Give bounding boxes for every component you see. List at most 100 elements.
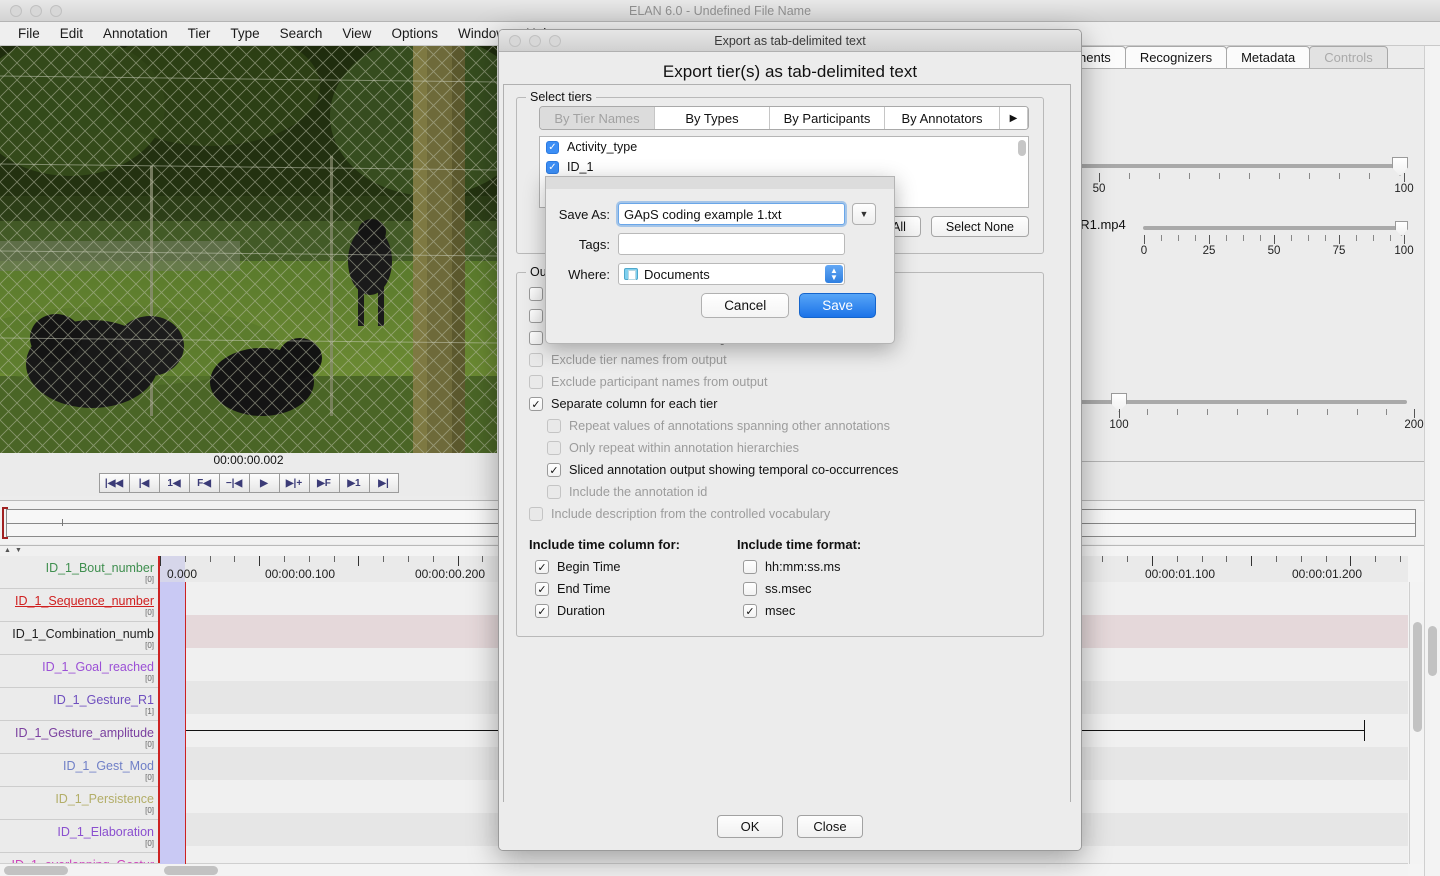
tab-overflow-arrow-icon[interactable]: ▶	[1000, 107, 1028, 129]
tab-by-participants[interactable]: By Participants	[770, 107, 885, 129]
save-button[interactable]: Save	[799, 293, 876, 318]
checkbox-add-media-offset[interactable]	[529, 309, 543, 323]
tab-controls[interactable]: Controls	[1309, 46, 1387, 68]
checkbox-duration[interactable]: ✓	[535, 604, 549, 618]
previous-annotation-button[interactable]: −|◀	[219, 473, 249, 493]
previous-scroll-view-button[interactable]: |◀	[129, 473, 159, 493]
tier-name-column[interactable]: ID_1_Bout_number[0]ID_1_Sequence_number[…	[0, 556, 160, 864]
stepper-icon[interactable]: ▲▼	[825, 265, 843, 283]
volume-slider-track[interactable]	[1143, 226, 1407, 230]
tier-sort-controls[interactable]: ▲ ▼	[0, 546, 160, 556]
checkbox-include-header-lines[interactable]	[529, 331, 543, 345]
list-item[interactable]: ✓ ID_1	[540, 157, 1028, 177]
tags-label: Tags:	[546, 237, 618, 252]
menu-edit[interactable]: Edit	[50, 24, 93, 43]
option-duration[interactable]: ✓ Duration	[523, 600, 731, 622]
checkbox-separate-column-each-tier[interactable]: ✓	[529, 397, 543, 411]
rate-slider-track[interactable]	[1073, 164, 1407, 168]
ruler-tick	[309, 556, 310, 562]
previous-second-button[interactable]: 1◀	[159, 473, 189, 493]
tab-metadata[interactable]: Metadata	[1226, 46, 1310, 68]
main-right-scroll-thumb[interactable]	[1428, 626, 1437, 676]
tier-names-hscroll-thumb[interactable]	[4, 866, 68, 875]
checkbox-restrict-time-interval[interactable]	[529, 287, 543, 301]
timeline-horizontal-scrollbar[interactable]	[160, 863, 1408, 876]
main-titlebar: ELAN 6.0 - Undefined File Name	[0, 0, 1440, 22]
tier-list-scroll-thumb[interactable]	[1018, 140, 1026, 156]
checkbox-format-msec[interactable]: ✓	[743, 604, 757, 618]
menu-search[interactable]: Search	[270, 24, 333, 43]
next-second-button[interactable]: ▶1	[339, 473, 369, 493]
go-to-begin-button[interactable]: |◀◀	[99, 473, 129, 493]
option-separate-column-each-tier[interactable]: ✓ Separate column for each tier	[517, 393, 1043, 415]
tier-name-row[interactable]: ID_1_Bout_number[0]	[0, 556, 158, 589]
option-sliced-annotation-output[interactable]: ✓ Sliced annotation output showing tempo…	[517, 459, 1043, 481]
ok-button[interactable]: OK	[717, 815, 783, 838]
tab-by-types[interactable]: By Types	[655, 107, 770, 129]
list-item[interactable]: ✓ Activity_type	[540, 137, 1028, 157]
menu-annotation[interactable]: Annotation	[93, 24, 178, 43]
rate-slider-knob[interactable]	[1392, 157, 1408, 176]
tier-checkbox-activity-type[interactable]: ✓	[546, 141, 559, 154]
tab-recognizers[interactable]: Recognizers	[1125, 46, 1227, 68]
tier-selection-tabs[interactable]: By Tier Names By Types By Participants B…	[539, 106, 1029, 130]
transport-controls[interactable]: |◀◀ |◀ 1◀ F◀ −|◀ ▶ ▶|+ ▶F ▶1 ▶|	[0, 470, 497, 496]
checkbox-sliced-annotation-output[interactable]: ✓	[547, 463, 561, 477]
tier-name-row[interactable]: ID_1_Persistence[0]	[0, 787, 158, 820]
option-format-ssmsec[interactable]: ss.msec	[731, 578, 939, 600]
right-panel-tabs[interactable]: nents Recognizers Metadata Controls	[1064, 46, 1387, 68]
tab-by-tier-names[interactable]: By Tier Names	[540, 107, 655, 129]
next-annotation-button[interactable]: ▶|+	[279, 473, 309, 493]
sort-ascending-icon[interactable]: ▲	[4, 547, 11, 555]
timeline-vertical-scrollbar[interactable]	[1409, 582, 1424, 864]
video-player[interactable]	[0, 46, 497, 453]
checkbox-end-time[interactable]: ✓	[535, 582, 549, 596]
menu-type[interactable]: Type	[220, 24, 269, 43]
menu-file[interactable]: File	[8, 24, 50, 43]
menu-tier[interactable]: Tier	[178, 24, 221, 43]
checkbox-format-ssmsec[interactable]	[743, 582, 757, 596]
menu-view[interactable]: View	[332, 24, 381, 43]
sort-descending-icon[interactable]: ▼	[15, 547, 22, 555]
tags-input[interactable]	[618, 233, 845, 255]
timeline-hscroll-thumb[interactable]	[164, 866, 218, 875]
next-frame-button[interactable]: ▶F	[309, 473, 339, 493]
close-button[interactable]: Close	[797, 815, 863, 838]
option-label: Separate column for each tier	[551, 397, 717, 411]
checkbox-format-hhmmssms[interactable]	[743, 560, 757, 574]
crosshair-cursor[interactable]	[185, 582, 186, 864]
tab-by-annotators[interactable]: By Annotators	[885, 107, 1000, 129]
option-end-time[interactable]: ✓ End Time	[523, 578, 731, 600]
chevron-down-icon[interactable]: ▼	[852, 203, 876, 225]
option-label: Begin Time	[557, 560, 620, 574]
tier-name-row[interactable]: ID_1_Elaboration[0]	[0, 820, 158, 853]
tier-name-row[interactable]: ID_1_Gesture_R1[1]	[0, 688, 158, 721]
tier-name-row[interactable]: ID_1_Gesture_amplitude[0]	[0, 721, 158, 754]
option-format-hhmmssms[interactable]: hh:mm:ss.ms	[731, 556, 939, 578]
tier-name-row[interactable]: ID_1_Combination_numb[0]	[0, 622, 158, 655]
main-right-scrollbar[interactable]	[1424, 46, 1440, 876]
tier-checkbox-id-1[interactable]: ✓	[546, 161, 559, 174]
option-begin-time[interactable]: ✓ Begin Time	[523, 556, 731, 578]
tier-name-row[interactable]: ID_1_Goal_reached[0]	[0, 655, 158, 688]
volume-tick-100: 100	[1394, 245, 1413, 257]
tier-annotation-count: [0]	[145, 575, 154, 584]
tier-name-row[interactable]: ID_1_Sequence_number[0]	[0, 589, 158, 622]
volume-slider-knob[interactable]	[1395, 221, 1408, 236]
previous-frame-button[interactable]: F◀	[189, 473, 219, 493]
where-select[interactable]: Documents ▲▼	[618, 263, 845, 285]
tier-name-row[interactable]: ID_1_Gest_Mod[0]	[0, 754, 158, 787]
play-pause-button[interactable]: ▶	[249, 473, 279, 493]
menu-options[interactable]: Options	[381, 24, 448, 43]
ruler-tick	[1251, 556, 1252, 566]
tier-annotation-count: [1]	[145, 707, 154, 716]
select-none-button[interactable]: Select None	[931, 216, 1029, 237]
option-format-msec[interactable]: ✓ msec	[731, 600, 939, 622]
checkbox-begin-time[interactable]: ✓	[535, 560, 549, 574]
filename-input[interactable]: GApS coding example 1.txt	[618, 203, 845, 225]
go-to-end-button[interactable]: ▶|	[369, 473, 399, 493]
tier-names-horizontal-scrollbar[interactable]	[0, 863, 160, 876]
timeline-vscroll-thumb[interactable]	[1413, 622, 1422, 732]
cancel-button[interactable]: Cancel	[701, 293, 789, 318]
tier-label: ID_1_Gesture_R1	[53, 693, 154, 707]
